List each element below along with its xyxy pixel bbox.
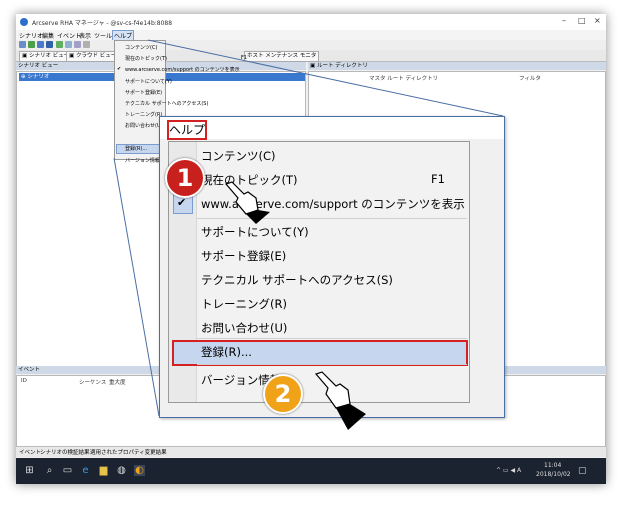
step-2-badge: 2 xyxy=(263,374,303,414)
menu-item-shortcut: F1 xyxy=(431,172,445,186)
menu-item-about-support[interactable]: サポートについて(Y) xyxy=(201,224,309,240)
menu-item-contact[interactable]: お問い合わせ(U) xyxy=(201,320,287,336)
callout-menubar: ヘルプ xyxy=(160,117,504,140)
connector-line-bottom xyxy=(113,157,160,417)
menu-item-support-register[interactable]: サポート登録(E) xyxy=(201,248,286,264)
pointer-hand-icon-2 xyxy=(314,371,366,430)
callout-help-dropdown: ✔ コンテンツ(C) 現在のトピック(T) F1 www.arcserve.co… xyxy=(168,141,470,403)
menu-separator xyxy=(197,364,467,365)
menu-item-register[interactable]: 登録(R)... xyxy=(201,344,252,360)
step-1-badge: 1 xyxy=(165,158,205,198)
callout-help-menu[interactable]: ヘルプ xyxy=(167,120,207,140)
menu-separator xyxy=(197,338,467,339)
menu-item-training[interactable]: トレーニング(R) xyxy=(201,296,287,312)
pointer-hand-icon xyxy=(224,181,270,224)
menu-item-tech-support[interactable]: テクニカル サポートへのアクセス(S) xyxy=(201,272,393,288)
connector-line-top xyxy=(147,39,504,117)
menu-item-contents[interactable]: コンテンツ(C) xyxy=(201,148,276,164)
